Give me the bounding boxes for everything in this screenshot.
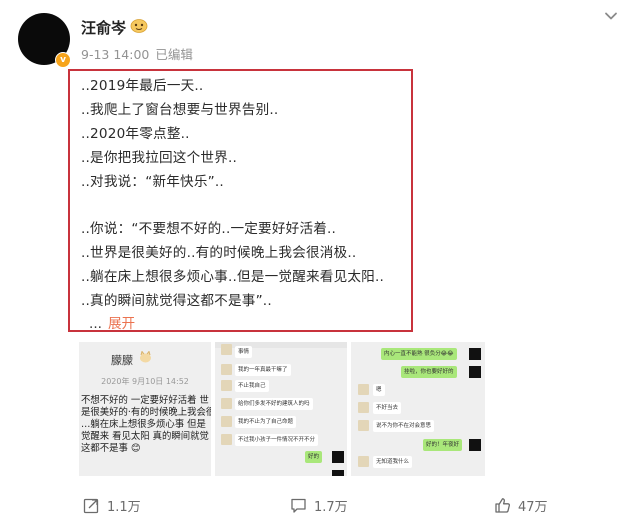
chat-avatar (221, 398, 232, 409)
post-image-3[interactable]: 内心一直不能熟 很负分😂😂 挂啦，你也要好好的 嗯 不好当去 说不为你不在对会意… (351, 342, 485, 476)
chat-reply: 好的！年夜好 (423, 439, 463, 451)
chat-avatar-self (469, 366, 481, 378)
post-image-2[interactable]: 事情 我的一年真最干嘛了 不止我自己 给你们多发不好的建筑人的吗 我的不止为了自… (215, 342, 347, 476)
chat-reply: 好的 (305, 451, 323, 463)
chat-reply: 挂啦，你也要好好的 (401, 366, 457, 378)
chat-bubble: 我的不止为了自己命题 (235, 416, 297, 428)
post-line: ..是你把我拉回这个世界.. (81, 150, 238, 166)
post-line: ..我爬上了窗台想要与世界告别.. (81, 102, 279, 118)
chat-avatar-self (469, 439, 481, 451)
chat-avatar-self (332, 451, 344, 463)
chat-bubble: 我的一年真最干嘛了 (235, 364, 291, 376)
chat-avatar (358, 402, 369, 413)
edited-label[interactable]: 已编辑 (155, 47, 193, 62)
chat-bubble: 说不为你不在对会意思 (373, 420, 435, 432)
ellipsis: ... (89, 316, 102, 332)
chat-reply: 内心一直不能熟 很负分😂😂 (381, 348, 457, 360)
post-line: ..真的瞬间就觉得这都不是事”.. (81, 293, 272, 309)
chat-avatar (221, 344, 232, 355)
comment-icon (291, 498, 306, 513)
verified-badge-icon: v (55, 52, 71, 68)
post-line: ..世界是很美好的..有的时候晚上我会很消极.. (81, 245, 357, 261)
expand-link[interactable]: 展开 (108, 316, 135, 332)
note-date: 2020年 9月10日 14:52 (101, 377, 189, 386)
chat-avatar (358, 456, 369, 467)
more-chevron-icon[interactable] (603, 8, 619, 24)
chat-avatar (221, 416, 232, 427)
post-meta: 9-13 14:00 已编辑 (81, 44, 193, 63)
cat-emoji-icon (140, 351, 151, 363)
author-name[interactable]: 汪俞岑 (81, 17, 126, 38)
expand-row: ... 展开 (89, 312, 135, 332)
comment-button[interactable]: 1.7万 (290, 496, 348, 515)
chat-avatar (221, 364, 232, 375)
like-count: 47万 (518, 500, 548, 515)
chat-bubble: 无知道我什么 (373, 456, 413, 468)
note-line: 这都不是事 😊 (81, 443, 141, 454)
crown-emoji-icon (130, 19, 148, 33)
post-line: ..对我说：“新年快乐”.. (81, 174, 224, 190)
chat-avatar-self (332, 470, 344, 476)
post-line: ..你说：“不要想不好的..一定要好好活着.. (81, 221, 337, 237)
chat-avatar (358, 384, 369, 395)
post-line: ..躺在床上想很多烦心事..但是一觉醒来看见太阳.. (81, 269, 384, 285)
post-line: ..2020年零点整.. (81, 126, 190, 142)
like-icon (495, 498, 510, 513)
chat-avatar-self (469, 348, 481, 360)
post-image-1[interactable]: 朦朦 2020年 9月10日 14:52 不想不好的 一定要好好活着 世 是很美… (79, 342, 211, 476)
like-button[interactable]: 47万 (494, 496, 548, 515)
chat-bubble: 不好当去 (373, 402, 402, 414)
chat-avatar (221, 380, 232, 391)
chat-avatar (221, 434, 232, 445)
repost-icon (83, 498, 99, 514)
repost-button[interactable]: 1.1万 (83, 496, 141, 515)
note-name: 朦朦 (111, 354, 133, 367)
chat-avatar (358, 420, 369, 431)
chat-bubble: 不过我小孩子一件情况不开不分 (235, 434, 319, 446)
comment-count: 1.7万 (314, 500, 348, 515)
post-time[interactable]: 9-13 14:00 (81, 47, 149, 62)
chat-bubble: 嗯 (373, 384, 385, 396)
chat-bubble: 给你们多发不好的建筑人的吗 (235, 398, 313, 410)
repost-count: 1.1万 (107, 500, 141, 515)
chat-bubble: 不止我自己 (235, 380, 269, 392)
chat-bubble: 事情 (235, 346, 253, 358)
post-line: ..2019年最后一天.. (81, 78, 204, 94)
